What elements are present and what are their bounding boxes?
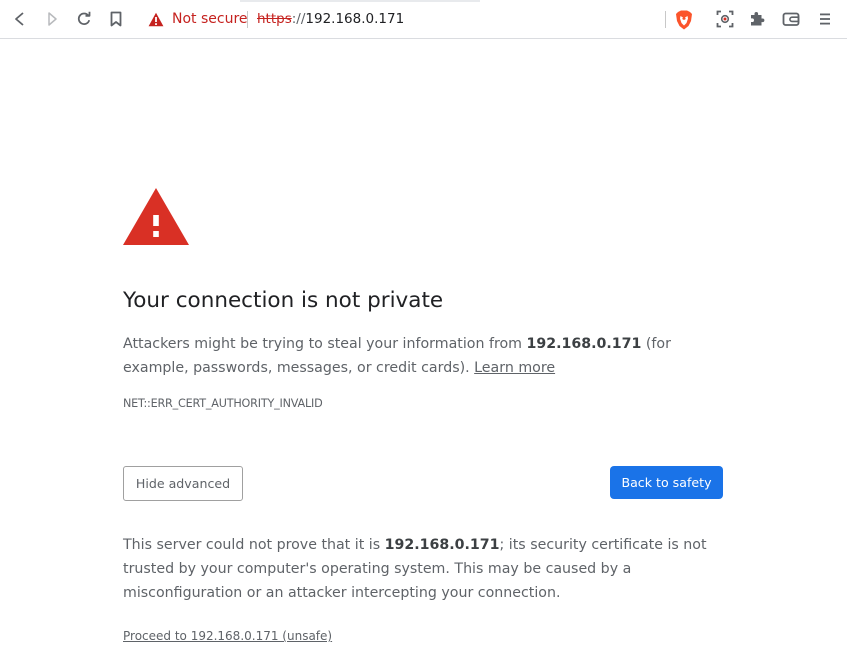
reload-icon: [77, 11, 91, 25]
browser-menu-button[interactable]: [814, 8, 836, 30]
page-title: Your connection is not private: [123, 288, 444, 313]
extensions-button[interactable]: [746, 8, 768, 30]
wallet-button[interactable]: [780, 8, 802, 30]
forward-arrow-icon: [48, 12, 57, 26]
url-host: 192.168.0.171: [305, 11, 405, 27]
message-text: Attackers might be trying to steal your …: [123, 336, 527, 352]
omnibox-right-divider: [665, 11, 666, 28]
reload-button[interactable]: [73, 8, 95, 30]
forward-button[interactable]: [41, 8, 63, 30]
bookmark-icon: [110, 11, 122, 27]
menu-icon: [820, 13, 830, 25]
wallet-icon: [782, 12, 800, 26]
bookmark-button[interactable]: [105, 8, 127, 30]
omnibox-divider: [247, 11, 248, 28]
security-status-label[interactable]: Not secure: [172, 11, 248, 28]
warning-triangle-icon: [148, 12, 164, 27]
address-bar[interactable]: Not secure https://192.168.0.171: [138, 5, 704, 34]
main-message: Attackers might be trying to steal your …: [123, 332, 723, 380]
puzzle-extensions-icon: [751, 12, 765, 26]
back-button[interactable]: [9, 8, 31, 30]
details-host-name: 192.168.0.171: [384, 537, 500, 553]
host-name: 192.168.0.171: [526, 336, 642, 352]
browser-toolbar: Not secure https://192.168.0.171: [0, 0, 847, 39]
url-text[interactable]: https://192.168.0.171: [257, 11, 404, 28]
details-text: This server could not prove that it is: [123, 537, 385, 553]
back-arrow-icon: [15, 12, 24, 26]
error-code: NET::ERR_CERT_AUTHORITY_INVALID: [123, 397, 323, 410]
back-to-safety-button[interactable]: Back to safety: [610, 466, 723, 499]
advanced-details: This server could not prove that it is 1…: [123, 533, 727, 605]
hide-advanced-button[interactable]: Hide advanced: [123, 466, 243, 501]
screenshot-extension-button[interactable]: [714, 8, 736, 30]
screenshot-icon: [716, 10, 734, 28]
tab-strip-edge: [240, 0, 480, 2]
learn-more-link[interactable]: Learn more: [474, 360, 555, 376]
url-separator: ://: [291, 11, 306, 27]
url-scheme: https: [257, 11, 292, 27]
brave-shields-icon[interactable]: [675, 10, 693, 30]
proceed-unsafe-link[interactable]: Proceed to 192.168.0.171 (unsafe): [123, 629, 332, 643]
privacy-warning-icon: [123, 188, 189, 245]
